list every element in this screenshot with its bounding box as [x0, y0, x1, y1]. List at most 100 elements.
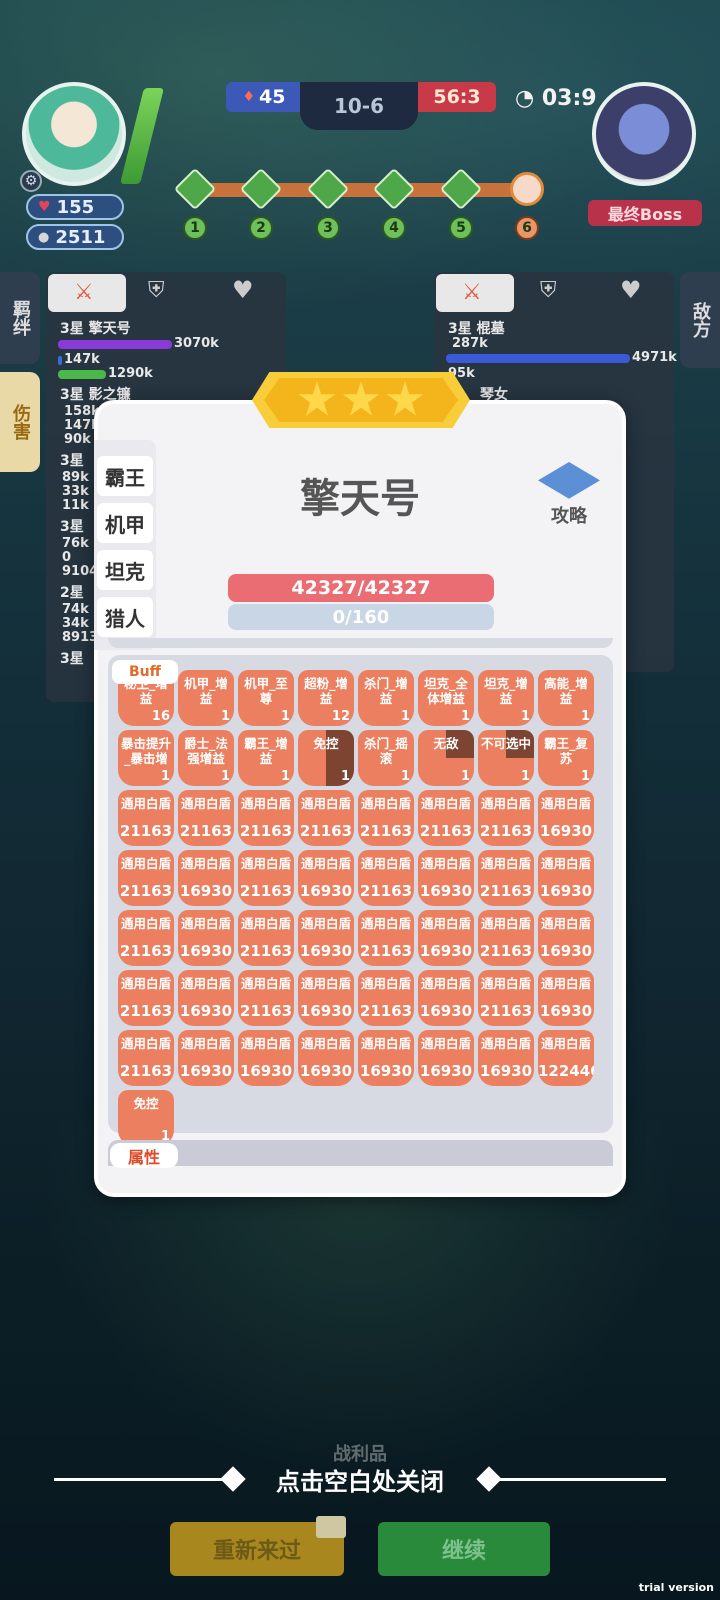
tab-enemy[interactable]: 敌方: [680, 272, 720, 368]
shield-buff-icon[interactable]: 通用白盾 16930: [298, 850, 354, 906]
shield-buff-icon[interactable]: 通用白盾 21163: [358, 850, 414, 906]
buff-icon[interactable]: 坦克_全体增益 1: [418, 670, 474, 726]
player-gold-pill: ● 2511: [26, 224, 124, 250]
shield-buff-icon[interactable]: 通用白盾 21163: [238, 850, 294, 906]
tab-bonds[interactable]: 羁绊: [0, 272, 40, 364]
buff-icon[interactable]: 杀门_增益 1: [358, 670, 414, 726]
buff-icon[interactable]: 坦克_增益 1: [478, 670, 534, 726]
buff-icon[interactable]: 霸王_增益 1: [238, 730, 294, 786]
left-shield-tab[interactable]: ⛨: [148, 278, 165, 303]
buff-icon[interactable]: 免控 1: [298, 730, 354, 786]
shield-buff-icon[interactable]: 通用白盾 16930: [298, 970, 354, 1026]
left-sword-tab[interactable]: ⚔: [48, 274, 126, 312]
shield-buff-icon[interactable]: 通用白盾 21163: [478, 850, 534, 906]
shield-buff-icon[interactable]: 通用白盾 16930: [298, 1030, 354, 1086]
buff-name: 通用白盾: [300, 916, 351, 931]
shield-buff-icon[interactable]: 通用白盾 21163: [238, 970, 294, 1026]
shield-buff-icon[interactable]: 通用白盾 16930: [538, 790, 594, 846]
video-icon: [316, 1516, 346, 1538]
shield-buff-icon[interactable]: 通用白盾 21163: [358, 970, 414, 1026]
shield-buff-icon[interactable]: 通用白盾 16930: [298, 910, 354, 966]
shield-buff-icon[interactable]: 通用白盾 21163: [118, 970, 174, 1026]
continue-button[interactable]: 继续: [378, 1522, 550, 1576]
shield-buff-icon[interactable]: 通用白盾 16930: [418, 970, 474, 1026]
player-avatar[interactable]: [22, 82, 126, 186]
shield-buff-icon[interactable]: 通用白盾 16930: [358, 1030, 414, 1086]
shield-buff-icon[interactable]: 通用白盾 16930: [418, 850, 474, 906]
buff-icon[interactable]: 无敌 1: [418, 730, 474, 786]
buff-name: 通用白盾: [420, 856, 471, 871]
shield-buff-icon[interactable]: 通用白盾 1224466: [538, 1030, 594, 1086]
buff-name: 通用白盾: [360, 796, 411, 811]
attribute-section-tag[interactable]: 属性: [110, 1143, 178, 1168]
right-heart-tab[interactable]: ♥: [620, 276, 642, 304]
buff-count: 16930: [359, 1062, 413, 1080]
shield-buff-icon[interactable]: 通用白盾 21163: [478, 970, 534, 1026]
shield-buff-icon[interactable]: 通用白盾 21163: [478, 790, 534, 846]
buff-icon[interactable]: 霸王_复苏 1: [538, 730, 594, 786]
buff-name: 高能_增益: [544, 676, 588, 706]
shield-buff-icon[interactable]: 通用白盾 16930: [178, 970, 234, 1026]
buff-section-tag[interactable]: Buff: [112, 660, 178, 684]
shield-buff-icon[interactable]: 通用白盾 16930: [418, 1030, 474, 1086]
buff-icon[interactable]: 高能_增益 1: [538, 670, 594, 726]
buff-name: 通用白盾: [360, 856, 411, 871]
damage-row-1-bar-3: [58, 370, 106, 379]
buff-count: 21163: [239, 1002, 293, 1020]
buff-name: 通用白盾: [420, 796, 471, 811]
shield-buff-icon[interactable]: 通用白盾 21163: [178, 790, 234, 846]
settings-gear-icon[interactable]: ⚙: [20, 170, 42, 192]
boss-avatar[interactable]: [592, 82, 696, 186]
stage-number-1: 1: [183, 216, 207, 240]
buff-icon[interactable]: 超粉_增益 12: [298, 670, 354, 726]
buff-icon[interactable]: 暴击提升_暴击增 1: [118, 730, 174, 786]
buff-icon[interactable]: 杀门_摇滚 1: [358, 730, 414, 786]
buff-count: 1: [520, 769, 530, 784]
buff-count: 1: [460, 769, 470, 784]
shield-buff-icon[interactable]: 通用白盾 21163: [298, 790, 354, 846]
buff-icon[interactable]: 不可选中 1: [478, 730, 534, 786]
damage-row-1-v2: 147k: [64, 352, 100, 367]
shield-buff-icon[interactable]: 通用白盾 16930: [178, 1030, 234, 1086]
buff-count: 16930: [299, 1062, 353, 1080]
shield-buff-icon[interactable]: 通用白盾 16930: [418, 910, 474, 966]
shield-buff-icon[interactable]: 通用白盾 21163: [358, 790, 414, 846]
shield-buff-icon[interactable]: 通用白盾 21163: [118, 790, 174, 846]
shield-buff-icon[interactable]: 通用白盾 21163: [118, 910, 174, 966]
tab-damage[interactable]: 伤害: [0, 372, 40, 472]
class-tab-overlord[interactable]: 霸王: [97, 456, 153, 496]
shield-buff-icon[interactable]: 通用白盾 21163: [478, 910, 534, 966]
shield-buff-icon[interactable]: 通用白盾 16930: [238, 1030, 294, 1086]
buff-count: 1: [280, 769, 290, 784]
buff-count: 1224466: [538, 1062, 594, 1080]
shield-buff-icon[interactable]: 通用白盾 16930: [478, 1030, 534, 1086]
buff-count: 16930: [179, 882, 233, 900]
shield-buff-icon[interactable]: 通用白盾 16930: [538, 910, 594, 966]
shield-buff-icon[interactable]: 通用白盾 21163: [118, 1030, 174, 1086]
class-tab-hunter[interactable]: 猎人: [97, 597, 153, 637]
shield-buff-icon[interactable]: 通用白盾 21163: [358, 910, 414, 966]
buff-icon[interactable]: 机甲_增益 1: [178, 670, 234, 726]
right-sword-tab[interactable]: ⚔: [436, 274, 514, 312]
shield-icon: ⛨: [148, 278, 165, 303]
shield-buff-icon[interactable]: 通用白盾 21163: [238, 910, 294, 966]
right-shield-tab[interactable]: ⛨: [540, 278, 557, 303]
buff-icon[interactable]: 免控 1: [118, 1090, 174, 1146]
shield-buff-icon[interactable]: 通用白盾 16930: [538, 970, 594, 1026]
buff-icon[interactable]: 爵士_法强增益 1: [178, 730, 234, 786]
buff-count: 16930: [539, 942, 593, 960]
shield-buff-icon[interactable]: 通用白盾 16930: [178, 910, 234, 966]
class-tab-mecha[interactable]: 机甲: [97, 503, 153, 543]
shield-buff-icon[interactable]: 通用白盾 21163: [118, 850, 174, 906]
left-heart-tab[interactable]: ♥: [232, 276, 254, 304]
buff-name: 通用白盾: [360, 976, 411, 991]
buff-count: 1: [160, 769, 170, 784]
shield-buff-icon[interactable]: 通用白盾 21163: [238, 790, 294, 846]
retry-button[interactable]: 重新来过: [170, 1516, 346, 1576]
shield-buff-icon[interactable]: 通用白盾 16930: [178, 850, 234, 906]
class-tab-tank[interactable]: 坦克: [97, 550, 153, 590]
buff-icon[interactable]: 机甲_至尊 1: [238, 670, 294, 726]
shield-buff-icon[interactable]: 通用白盾 21163: [418, 790, 474, 846]
shield-buff-icon[interactable]: 通用白盾 16930: [538, 850, 594, 906]
guide-button[interactable]: 攻略: [536, 462, 602, 532]
